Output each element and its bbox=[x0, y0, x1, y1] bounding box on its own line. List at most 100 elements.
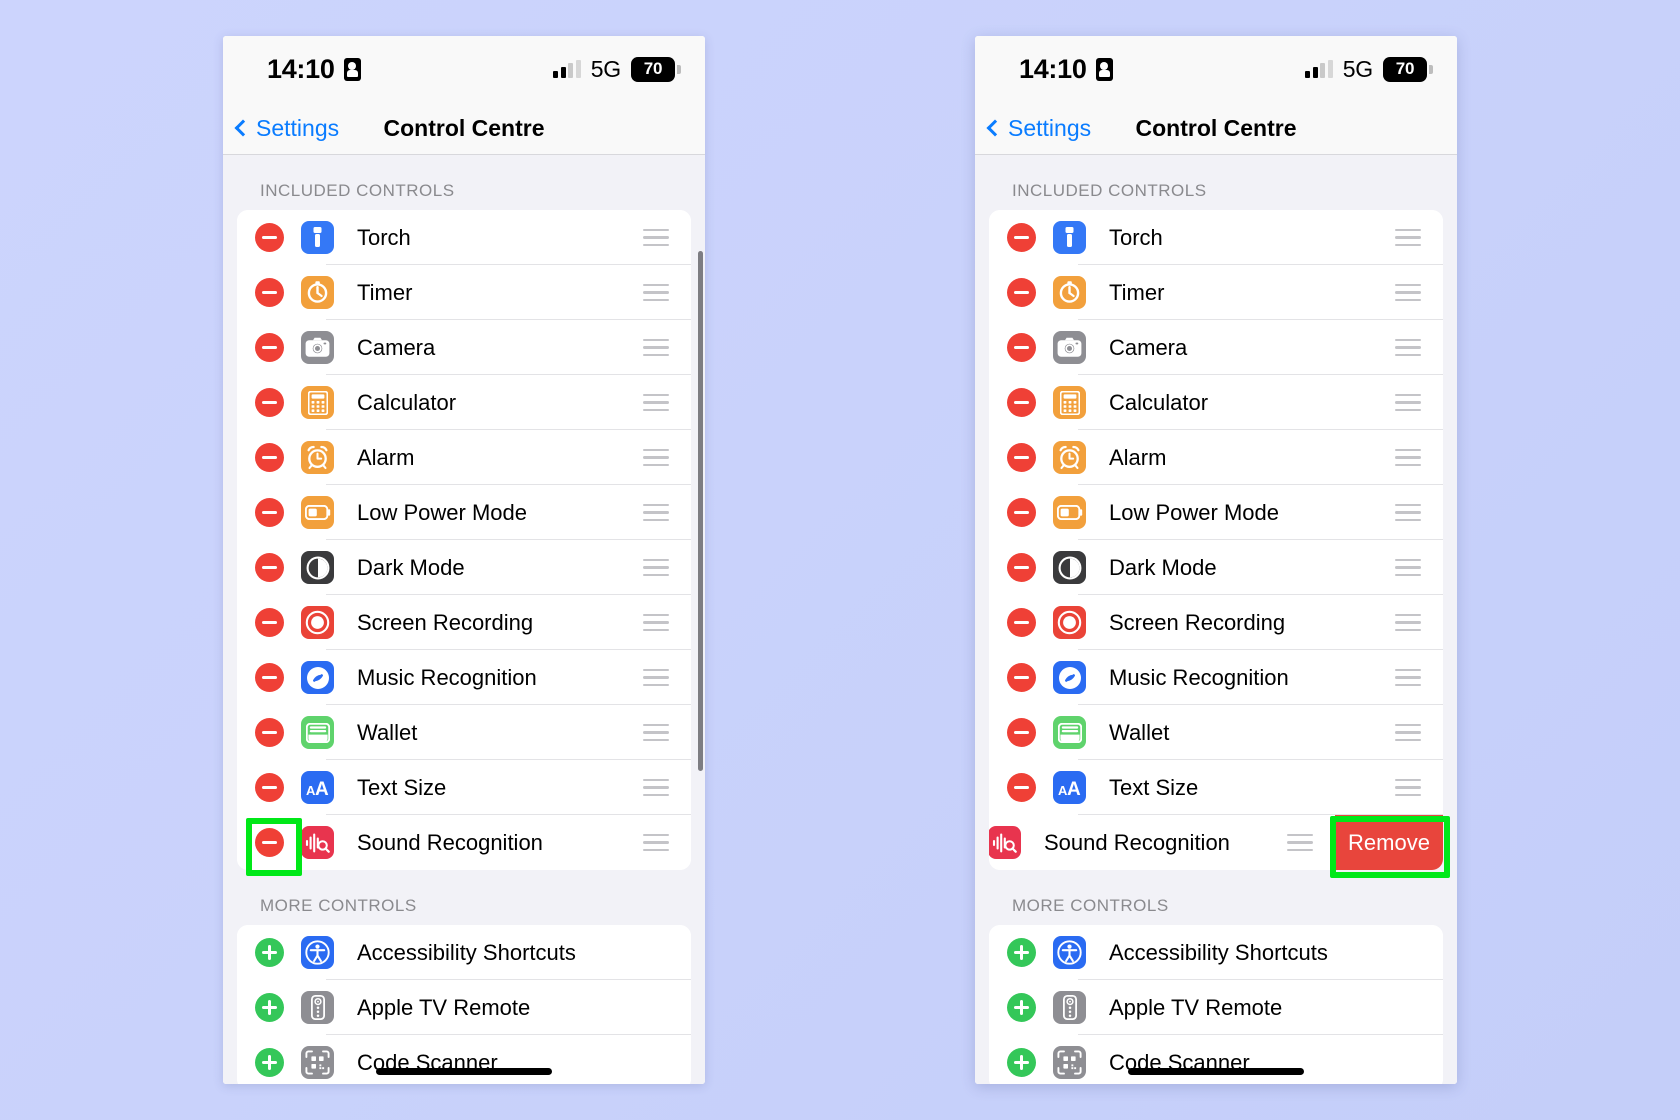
remove-minus-button[interactable] bbox=[1007, 388, 1036, 417]
wallet-icon bbox=[301, 716, 334, 749]
remove-minus-button[interactable] bbox=[255, 223, 284, 252]
list-item[interactable]: Alarm bbox=[989, 430, 1443, 485]
list-item[interactable]: Low Power Mode bbox=[237, 485, 691, 540]
list-item-label: Text Size bbox=[357, 774, 447, 800]
reorder-handle-icon[interactable] bbox=[643, 448, 669, 467]
back-button[interactable]: Settings bbox=[975, 115, 1091, 142]
list-item[interactable]: Wallet bbox=[989, 705, 1443, 760]
remove-minus-button[interactable] bbox=[255, 718, 284, 747]
remove-minus-button[interactable] bbox=[255, 388, 284, 417]
remove-minus-button[interactable] bbox=[255, 333, 284, 362]
list-item[interactable]: Accessibility Shortcuts bbox=[989, 925, 1443, 980]
list-item-swiped[interactable]: Sound Recognition Remove bbox=[989, 815, 1443, 870]
list-item[interactable]: Torch bbox=[989, 210, 1443, 265]
add-plus-button[interactable] bbox=[1007, 938, 1036, 967]
remove-minus-button[interactable] bbox=[1007, 333, 1036, 362]
list-item[interactable]: Dark Mode bbox=[989, 540, 1443, 595]
list-item[interactable]: Torch bbox=[237, 210, 691, 265]
list-item[interactable]: Timer bbox=[989, 265, 1443, 320]
reorder-handle-icon[interactable] bbox=[643, 393, 669, 412]
remove-minus-button[interactable] bbox=[1007, 718, 1036, 747]
list-item[interactable]: A A Text Size bbox=[989, 760, 1443, 815]
add-plus-button[interactable] bbox=[1007, 993, 1036, 1022]
list-item[interactable]: Camera bbox=[989, 320, 1443, 375]
list-item[interactable]: Apple TV Remote bbox=[989, 980, 1443, 1035]
reorder-handle-icon[interactable] bbox=[1395, 228, 1421, 247]
reorder-handle-icon[interactable] bbox=[1395, 668, 1421, 687]
remove-minus-button[interactable] bbox=[255, 773, 284, 802]
reorder-handle-icon[interactable] bbox=[1395, 393, 1421, 412]
list-item[interactable]: Screen Recording bbox=[237, 595, 691, 650]
list-item[interactable]: Accessibility Shortcuts bbox=[237, 925, 691, 980]
text-size-icon: AA bbox=[1053, 771, 1086, 804]
settings-scroll-left[interactable]: INCLUDED CONTROLS Torch Timer Camera Calcul… bbox=[223, 155, 705, 1084]
qr-scanner-icon bbox=[1053, 1046, 1086, 1079]
remove-button[interactable]: Remove bbox=[1335, 815, 1443, 870]
remove-minus-button[interactable] bbox=[255, 553, 284, 582]
list-item[interactable]: Code Scanner bbox=[237, 1035, 691, 1084]
reorder-handle-icon[interactable] bbox=[643, 558, 669, 577]
back-button[interactable]: Settings bbox=[223, 115, 339, 142]
list-item-label: Accessibility Shortcuts bbox=[1109, 939, 1328, 965]
list-item[interactable]: Alarm bbox=[237, 430, 691, 485]
remove-minus-button[interactable] bbox=[1007, 498, 1036, 527]
remove-minus-button[interactable] bbox=[1007, 553, 1036, 582]
list-item[interactable]: Low Power Mode bbox=[989, 485, 1443, 540]
status-bar-right: 14:10 5G 70 bbox=[975, 36, 1457, 102]
list-item[interactable]: Music Recognition bbox=[237, 650, 691, 705]
list-item[interactable]: Wallet bbox=[237, 705, 691, 760]
list-item[interactable]: Apple TV Remote bbox=[237, 980, 691, 1035]
reorder-handle-icon[interactable] bbox=[643, 503, 669, 522]
reorder-handle-icon[interactable] bbox=[1395, 283, 1421, 302]
reorder-handle-icon[interactable] bbox=[643, 283, 669, 302]
list-item[interactable]: A A Text Size bbox=[237, 760, 691, 815]
reorder-handle-icon[interactable] bbox=[1395, 778, 1421, 797]
reorder-handle-icon[interactable] bbox=[1395, 503, 1421, 522]
reorder-handle-icon[interactable] bbox=[643, 613, 669, 632]
vertical-scrollbar[interactable] bbox=[697, 251, 703, 771]
reorder-handle-icon[interactable] bbox=[1395, 338, 1421, 357]
reorder-handle-icon[interactable] bbox=[643, 668, 669, 687]
remove-minus-button[interactable] bbox=[255, 278, 284, 307]
list-item-label: Text Size bbox=[1109, 774, 1199, 800]
remove-minus-button[interactable] bbox=[1007, 278, 1036, 307]
reorder-handle-icon[interactable] bbox=[643, 833, 669, 852]
remove-minus-button[interactable] bbox=[255, 608, 284, 637]
remove-minus-button[interactable] bbox=[1007, 773, 1036, 802]
included-controls-list-left: Torch Timer Camera Calculator Alarm Low Power… bbox=[237, 210, 691, 870]
add-plus-button[interactable] bbox=[255, 1048, 284, 1077]
list-item[interactable]: Sound Recognition bbox=[237, 815, 691, 870]
reorder-handle-icon[interactable] bbox=[643, 778, 669, 797]
add-plus-button[interactable] bbox=[255, 938, 284, 967]
remove-minus-button[interactable] bbox=[255, 443, 284, 472]
list-item[interactable]: Music Recognition bbox=[989, 650, 1443, 705]
list-item[interactable]: Dark Mode bbox=[237, 540, 691, 595]
list-item[interactable]: Calculator bbox=[237, 375, 691, 430]
remove-minus-button[interactable] bbox=[1007, 663, 1036, 692]
add-plus-button[interactable] bbox=[1007, 1048, 1036, 1077]
remove-minus-button[interactable] bbox=[255, 498, 284, 527]
list-item[interactable]: Camera bbox=[237, 320, 691, 375]
reorder-handle-icon[interactable] bbox=[1395, 558, 1421, 577]
accessibility-icon bbox=[301, 936, 334, 969]
reorder-handle-icon[interactable] bbox=[643, 723, 669, 742]
reorder-handle-icon[interactable] bbox=[1395, 723, 1421, 742]
remove-minus-button[interactable] bbox=[1007, 223, 1036, 252]
reorder-handle-icon[interactable] bbox=[1395, 613, 1421, 632]
status-bar-left: 14:10 5G 70 bbox=[223, 36, 705, 102]
list-item[interactable]: Timer bbox=[237, 265, 691, 320]
list-item[interactable]: Calculator bbox=[989, 375, 1443, 430]
list-item[interactable]: Code Scanner bbox=[989, 1035, 1443, 1084]
remove-minus-button[interactable] bbox=[255, 663, 284, 692]
list-item[interactable]: Screen Recording bbox=[989, 595, 1443, 650]
remove-minus-button[interactable] bbox=[1007, 443, 1036, 472]
reorder-handle-icon[interactable] bbox=[643, 338, 669, 357]
reorder-handle-icon[interactable] bbox=[1395, 448, 1421, 467]
reorder-handle-icon[interactable] bbox=[643, 228, 669, 247]
add-plus-button[interactable] bbox=[255, 993, 284, 1022]
list-item-label: Wallet bbox=[1109, 719, 1170, 745]
remove-minus-button[interactable] bbox=[255, 828, 284, 857]
reorder-handle-icon[interactable] bbox=[1287, 833, 1313, 852]
settings-scroll-right[interactable]: INCLUDED CONTROLS Torch Timer Camera Calcul… bbox=[975, 155, 1457, 1084]
remove-minus-button[interactable] bbox=[1007, 608, 1036, 637]
